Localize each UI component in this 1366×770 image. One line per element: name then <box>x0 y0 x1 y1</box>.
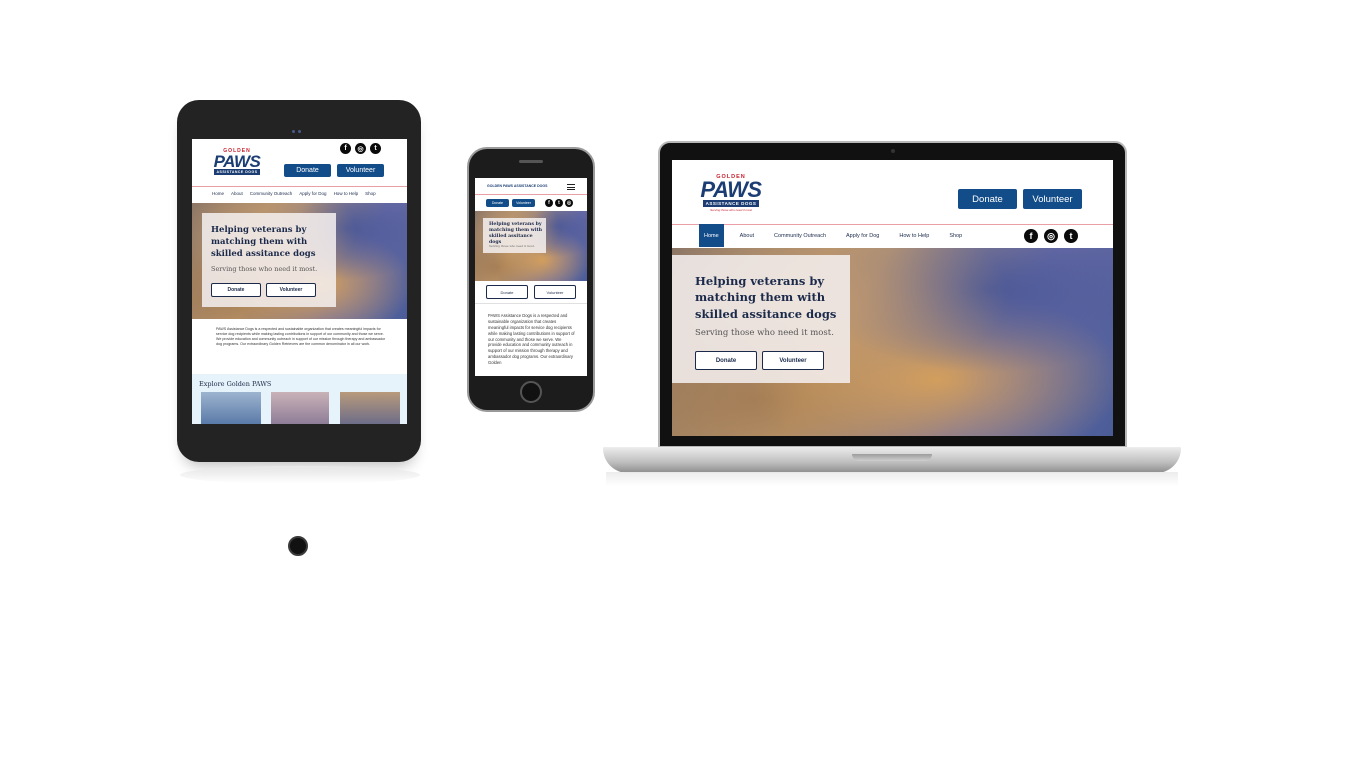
site-logo[interactable]: GOLDEN PAWS ASSISTANCE DOGS <box>212 148 262 176</box>
laptop-screen: GOLDEN PAWS ASSISTANCE DOGS Serving thos… <box>672 160 1113 436</box>
twitter-icon[interactable]: t <box>1064 229 1078 243</box>
main-nav: Home About Community Outreach Apply for … <box>212 191 376 196</box>
hero-subhead: Serving those who need it most. <box>695 328 834 338</box>
hero-card: Helping veterans by matching them with s… <box>202 213 336 307</box>
tablet-home-button <box>288 536 308 556</box>
hero-volunteer-button[interactable]: Volunteer <box>266 283 316 297</box>
tablet-screen: GOLDEN PAWS ASSISTANCE DOGS f ◎ t Donate… <box>192 139 407 424</box>
header-divider <box>192 186 407 187</box>
nav-item-apply-for-dog[interactable]: Apply for Dog <box>846 233 879 239</box>
hero-card: Helping veterans by matching them with s… <box>672 255 850 383</box>
logo-bar-text: ASSISTANCE DOGS <box>214 169 260 176</box>
nav-item-about[interactable]: About <box>740 233 754 239</box>
facebook-icon[interactable]: f <box>1024 229 1038 243</box>
phone-hero-headline: Helping veterans by matching them with s… <box>489 222 543 246</box>
explore-thumb-3[interactable] <box>340 392 400 424</box>
tablet-camera <box>292 120 304 133</box>
hero-image: Helping veterans by matching them with s… <box>672 248 1113 436</box>
donate-button[interactable]: Donate <box>284 164 331 177</box>
phone-hero-donate-button[interactable]: Donate <box>486 285 528 299</box>
explore-title: Explore Golden PAWS <box>199 380 272 388</box>
nav-item-how-to-help[interactable]: How to Help <box>334 191 359 196</box>
nav-item-community-outreach[interactable]: Community Outreach <box>250 191 293 196</box>
nav-item-community-outreach[interactable]: Community Outreach <box>774 233 826 239</box>
logo-tagline: Serving those who need it most <box>710 207 752 212</box>
nav-item-home[interactable]: Home <box>212 191 224 196</box>
social-links: f ◎ t <box>1024 229 1078 243</box>
logo-bar-text: ASSISTANCE DOGS <box>703 199 759 207</box>
hero-subhead: Serving those who need it most. <box>211 265 318 273</box>
nav-item-shop[interactable]: Shop <box>365 191 376 196</box>
phone-donate-button[interactable]: Donate <box>486 199 509 207</box>
phone-speaker <box>519 160 543 163</box>
twitter-icon[interactable]: t <box>370 143 381 154</box>
hero-headline: Helping veterans by matching them with s… <box>211 225 316 259</box>
volunteer-button[interactable]: Volunteer <box>1023 189 1082 209</box>
laptop-shadow <box>606 472 1178 486</box>
phone-social-links: f t ◎ <box>545 199 573 207</box>
nav-item-shop[interactable]: Shop <box>949 233 962 239</box>
phone-screen: GOLDEN PAWS ASSISTANCE DOGS Donate Volun… <box>475 178 587 376</box>
hero-volunteer-button[interactable]: Volunteer <box>762 351 824 370</box>
site-logo[interactable]: GOLDEN PAWS ASSISTANCE DOGS Serving thos… <box>700 174 762 212</box>
intro-paragraph: PAWS Assistance Dogs is a respected and … <box>216 327 386 346</box>
phone-divider <box>475 303 587 304</box>
instagram-icon[interactable]: ◎ <box>1044 229 1058 243</box>
nav-item-how-to-help[interactable]: How to Help <box>899 233 929 239</box>
phone-hero-image: Helping veterans by matching them with s… <box>475 211 587 281</box>
facebook-icon[interactable]: f <box>340 143 351 154</box>
phone-volunteer-button[interactable]: Volunteer <box>512 199 535 207</box>
nav-item-about[interactable]: About <box>231 191 243 196</box>
hero-donate-button[interactable]: Donate <box>695 351 757 370</box>
facebook-icon[interactable]: f <box>545 199 553 207</box>
laptop-notch <box>852 454 932 461</box>
phone-intro-paragraph: PAWS Assistance Dogs is a respected and … <box>488 313 575 365</box>
hero-headline: Helping veterans by matching them with s… <box>695 274 837 321</box>
phone-hero-card: Helping veterans by matching them with s… <box>483 218 546 253</box>
main-nav: Home About Community Outreach Apply for … <box>699 224 962 247</box>
phone-header-divider <box>475 194 587 195</box>
volunteer-button[interactable]: Volunteer <box>337 164 384 177</box>
logo-brand-text: PAWS <box>213 152 261 171</box>
hero-donate-button[interactable]: Donate <box>211 283 261 297</box>
twitter-icon[interactable]: t <box>555 199 563 207</box>
explore-thumb-1[interactable] <box>201 392 261 424</box>
logo-brand-text: PAWS <box>700 177 762 202</box>
donate-button[interactable]: Donate <box>958 189 1017 209</box>
social-links: f ◎ t <box>340 143 381 154</box>
hero-image: Helping veterans by matching them with s… <box>192 203 407 319</box>
nav-item-apply-for-dog[interactable]: Apply for Dog <box>299 191 326 196</box>
phone-logo[interactable]: GOLDEN PAWS ASSISTANCE DOGS <box>487 184 547 188</box>
tablet-shadow <box>180 466 420 484</box>
phone-home-button <box>520 381 542 403</box>
phone-hero-subhead: Serving those who need it most. <box>489 244 535 248</box>
device-mockup-stage: GOLDEN PAWS ASSISTANCE DOGS f ◎ t Donate… <box>0 0 1366 770</box>
hamburger-menu-icon[interactable] <box>567 184 575 190</box>
nav-item-home[interactable]: Home <box>699 224 724 247</box>
laptop-camera <box>891 149 895 153</box>
explore-thumb-2[interactable] <box>271 392 329 424</box>
instagram-icon[interactable]: ◎ <box>565 199 573 207</box>
explore-section: Explore Golden PAWS <box>192 374 407 424</box>
instagram-icon[interactable]: ◎ <box>355 143 366 154</box>
phone-hero-volunteer-button[interactable]: Volunteer <box>534 285 576 299</box>
